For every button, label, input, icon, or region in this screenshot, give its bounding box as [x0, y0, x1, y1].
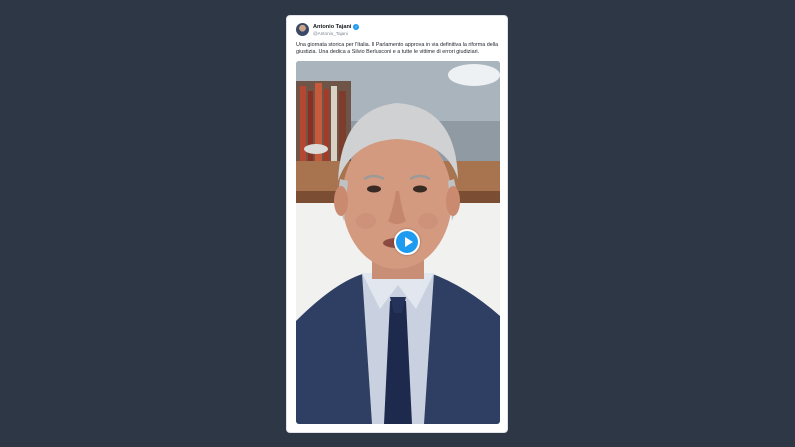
play-icon [405, 237, 413, 247]
author-name-row: Antonio Tajani ✓ [313, 24, 360, 30]
tweet-text: Una giornata storica per l'Italia. Il Pa… [296, 42, 499, 56]
author-handle[interactable]: @Antonio_Tajani [313, 31, 348, 36]
video-player[interactable] [296, 61, 500, 424]
avatar[interactable] [296, 23, 309, 36]
tweet-embed-card: Antonio Tajani ✓ @Antonio_Tajani Una gio… [286, 15, 508, 433]
author-name[interactable]: Antonio Tajani [313, 24, 351, 30]
tweet-header: Antonio Tajani ✓ @Antonio_Tajani [296, 23, 498, 41]
play-button[interactable] [394, 229, 420, 255]
verified-badge-icon: ✓ [353, 24, 360, 30]
